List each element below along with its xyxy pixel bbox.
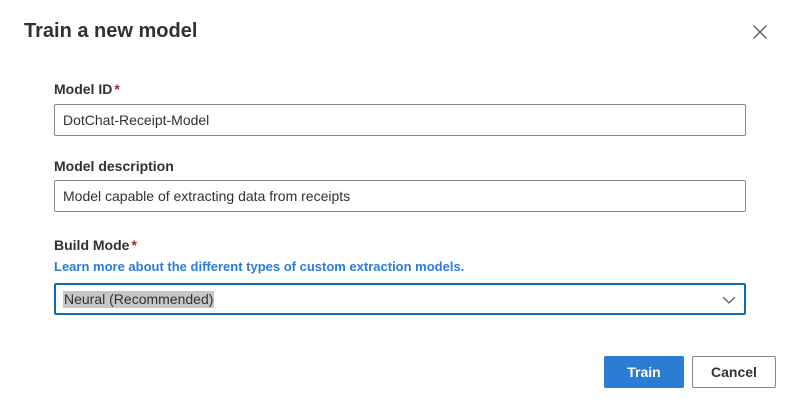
required-marker: * bbox=[114, 81, 120, 97]
build-mode-select[interactable]: Neural (Recommended) bbox=[54, 283, 746, 315]
train-model-dialog: Train a new model Model ID* Model descri… bbox=[0, 0, 799, 411]
model-id-input[interactable] bbox=[54, 104, 746, 136]
build-mode-label: Build Mode * bbox=[54, 236, 137, 254]
required-marker: * bbox=[131, 237, 137, 253]
model-description-label: Model description bbox=[54, 158, 174, 174]
build-mode-label-text: Build Mode bbox=[54, 237, 130, 253]
dialog-title: Train a new model bbox=[24, 20, 198, 42]
train-button[interactable]: Train bbox=[604, 356, 684, 388]
learn-more-link[interactable]: Learn more about the different types of … bbox=[54, 258, 464, 276]
close-button[interactable] bbox=[746, 18, 774, 46]
cancel-button[interactable]: Cancel bbox=[692, 356, 776, 388]
build-mode-selected-value: Neural (Recommended) bbox=[63, 291, 215, 308]
close-icon bbox=[753, 25, 767, 39]
model-description-input[interactable] bbox=[54, 180, 746, 212]
model-id-label: Model ID * bbox=[54, 80, 120, 98]
chevron-down-icon bbox=[722, 296, 736, 304]
model-id-label-text: Model ID bbox=[54, 81, 113, 97]
